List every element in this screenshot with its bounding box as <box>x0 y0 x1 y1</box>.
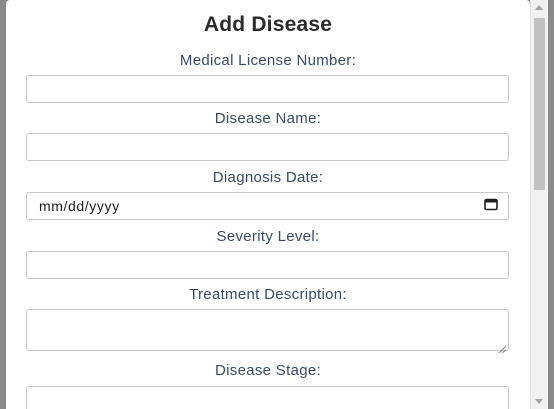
resize-grip-icon[interactable] <box>498 340 507 354</box>
severity-level-input[interactable] <box>26 251 509 279</box>
medical-license-number-label: Medical License Number: <box>179 52 357 69</box>
vertical-scrollbar[interactable] <box>530 0 548 409</box>
date-placeholder: mm/dd/yyyy <box>39 198 120 214</box>
disease-stage-input[interactable] <box>26 386 509 409</box>
treatment-description-textarea[interactable] <box>26 309 509 354</box>
add-disease-modal: Add Disease Medical License Number: Dise… <box>6 0 530 409</box>
calendar-icon[interactable] <box>484 197 498 216</box>
scroll-up-arrow-icon[interactable] <box>535 5 543 10</box>
medical-license-number-input[interactable] <box>26 75 509 103</box>
scroll-down-arrow-icon[interactable] <box>535 399 543 404</box>
diagnosis-date-input[interactable]: mm/dd/yyyy <box>26 192 509 220</box>
treatment-description-label: Treatment Description: <box>189 286 347 303</box>
disease-stage-label: Disease Stage: <box>215 362 321 379</box>
severity-level-label: Severity Level: <box>216 228 320 245</box>
disease-name-input[interactable] <box>26 133 509 161</box>
diagnosis-date-label: Diagnosis Date: <box>212 169 324 186</box>
scrollbar-thumb[interactable] <box>534 18 545 190</box>
disease-name-label: Disease Name: <box>214 110 322 127</box>
modal-title: Add Disease <box>203 13 333 36</box>
